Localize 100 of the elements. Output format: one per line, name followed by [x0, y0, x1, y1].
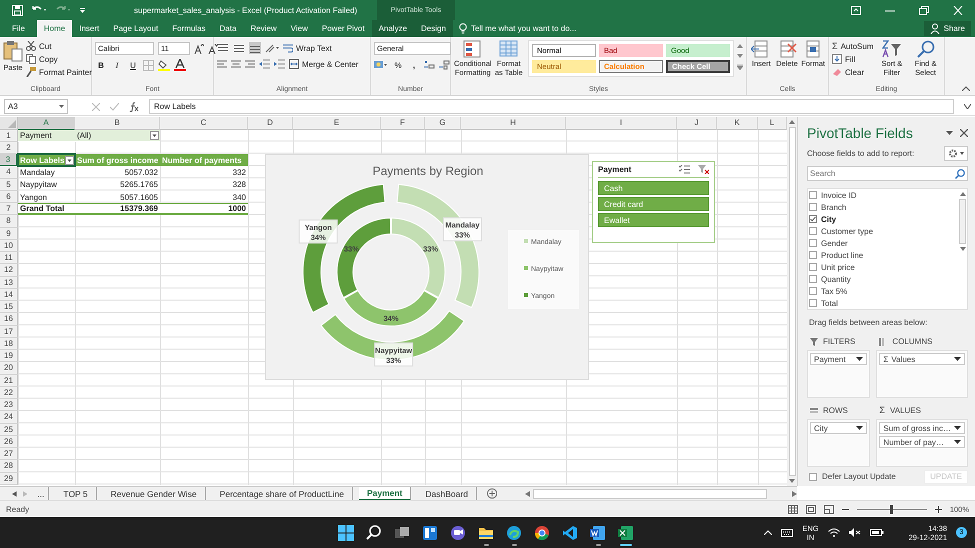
wifi-icon[interactable] — [828, 528, 840, 538]
percent-style-button[interactable]: % — [392, 59, 404, 71]
format-painter-button[interactable]: Format Painter — [26, 66, 92, 78]
name-box[interactable]: A3 — [4, 99, 68, 114]
shrink-font-icon[interactable] — [208, 44, 218, 54]
keyboard-icon[interactable] — [781, 528, 794, 537]
taskbar-taskview-icon[interactable] — [394, 524, 410, 541]
row-header[interactable]: 24 — [0, 411, 18, 424]
horizontal-align-icon[interactable] — [231, 60, 241, 68]
speaker-muted-icon[interactable] — [848, 528, 861, 538]
vertical-align-button[interactable] — [217, 42, 229, 54]
row-header[interactable]: 5 — [0, 178, 18, 191]
field-checkbox[interactable] — [809, 251, 817, 260]
column-header[interactable]: A — [18, 117, 75, 130]
fill-color-icon[interactable] — [158, 59, 170, 71]
horizontal-align-icon[interactable] — [245, 60, 255, 68]
field-checkbox[interactable] — [809, 287, 817, 296]
ribbon-tab[interactable]: Power Pivot — [314, 20, 372, 37]
row-header[interactable]: 16 — [0, 313, 18, 326]
row-header[interactable]: 15 — [0, 301, 18, 314]
column-header[interactable]: K — [717, 117, 758, 130]
field-label[interactable]: Customer type — [821, 226, 874, 236]
italic-button[interactable]: I — [111, 59, 123, 71]
sheet-tab[interactable]: Payment — [358, 486, 412, 501]
vertical-align-button[interactable] — [233, 42, 245, 54]
column-header[interactable]: B — [75, 117, 160, 130]
taskbar-edge-icon[interactable] — [506, 524, 522, 541]
expand-formula-icon[interactable] — [964, 104, 971, 110]
area-field-item[interactable]: Sum of gross inc… — [879, 422, 965, 434]
scroll-down-icon[interactable] — [737, 54, 743, 58]
caret-icon[interactable] — [954, 440, 961, 444]
field-checkbox[interactable] — [809, 203, 817, 212]
bold-button[interactable]: B — [95, 59, 107, 71]
scrollbar-thumb[interactable] — [533, 488, 767, 499]
field-checkbox[interactable] — [809, 275, 817, 284]
taskbar-search-icon[interactable] — [366, 524, 382, 541]
borders-icon[interactable] — [143, 60, 154, 70]
row-header[interactable]: 3 — [0, 154, 18, 166]
row-header[interactable]: 7 — [0, 203, 18, 216]
add-sheet-icon[interactable] — [486, 488, 498, 500]
row-header[interactable]: 10 — [0, 240, 18, 252]
comma-style-button[interactable]: , — [408, 59, 420, 71]
previous-sheet-icon[interactable] — [12, 490, 17, 497]
battery-icon[interactable] — [870, 528, 884, 538]
orientation-icon[interactable] — [265, 43, 279, 53]
currency-icon[interactable] — [374, 60, 388, 70]
settings-button[interactable] — [944, 146, 968, 161]
ribbon-tab[interactable]: Review — [243, 20, 284, 37]
row-header[interactable]: 6 — [0, 190, 18, 204]
column-header[interactable]: H — [461, 117, 566, 130]
decrease-decimal-icon[interactable] — [439, 60, 450, 70]
area-field-item[interactable]: City — [810, 422, 868, 434]
row-header[interactable]: 28 — [0, 460, 18, 473]
row-header[interactable]: 18 — [0, 338, 18, 350]
caret-icon[interactable] — [59, 105, 64, 108]
merge-center-button[interactable]: Merge & Center — [289, 58, 358, 70]
field-checkbox[interactable] — [809, 239, 817, 248]
defer-checkbox[interactable] — [809, 472, 817, 481]
scroll-left-icon[interactable] — [525, 490, 530, 497]
scrollbar-thumb[interactable] — [788, 127, 796, 476]
field-checkbox[interactable] — [809, 215, 817, 224]
fill-button[interactable]: Fill — [832, 53, 874, 65]
taskbar-start-icon[interactable] — [338, 524, 354, 541]
row-header[interactable]: 26 — [0, 436, 18, 448]
area-field-item[interactable]: Number of pay… — [879, 436, 965, 448]
dropdown-button-icon[interactable] — [150, 131, 159, 140]
donut-slice[interactable] — [343, 290, 439, 327]
pane-options-caret-icon[interactable] — [946, 131, 953, 135]
ribbon-tab[interactable]: View — [284, 20, 315, 37]
field-label[interactable]: Total — [821, 298, 838, 308]
taskbar-widgets-icon[interactable] — [422, 524, 438, 541]
tell-me-field[interactable]: Tell me what you want to do... — [470, 22, 611, 34]
restore-icon[interactable] — [919, 6, 929, 14]
zoom-in-icon[interactable] — [934, 506, 942, 513]
ribbon-tab[interactable]: Formulas — [165, 20, 213, 37]
row-header[interactable]: 29 — [0, 472, 18, 485]
field-label[interactable]: Product line — [821, 250, 864, 260]
multi-select-icon[interactable] — [679, 165, 690, 174]
share-button[interactable]: Share — [924, 21, 971, 36]
scroll-right-icon[interactable] — [792, 490, 797, 497]
search-field[interactable]: Search — [807, 166, 968, 182]
field-label[interactable]: City — [821, 214, 836, 224]
row-header[interactable]: 22 — [0, 386, 18, 400]
formula-field[interactable]: Row Labels — [149, 99, 954, 114]
donut-slice[interactable] — [336, 218, 392, 298]
ribbon-tab[interactable]: File — [0, 20, 37, 37]
caret-icon[interactable] — [954, 357, 961, 362]
field-label[interactable]: Branch — [821, 202, 846, 212]
area-drop-zone[interactable]: Payment — [807, 350, 870, 398]
column-header[interactable]: G — [425, 117, 461, 130]
ribbon-display-icon[interactable] — [851, 6, 861, 14]
insert-function-icon[interactable] — [129, 102, 139, 112]
field-checkbox[interactable] — [809, 227, 817, 236]
row-header[interactable]: 12 — [0, 264, 18, 277]
increase-indent-icon[interactable] — [274, 59, 285, 69]
row-header[interactable]: 19 — [0, 350, 18, 362]
scroll-up-icon[interactable] — [789, 120, 795, 124]
ribbon-tab[interactable]: Page Layout — [106, 20, 166, 37]
row-header[interactable]: 9 — [0, 228, 18, 240]
field-label[interactable]: Unit price — [821, 262, 855, 272]
